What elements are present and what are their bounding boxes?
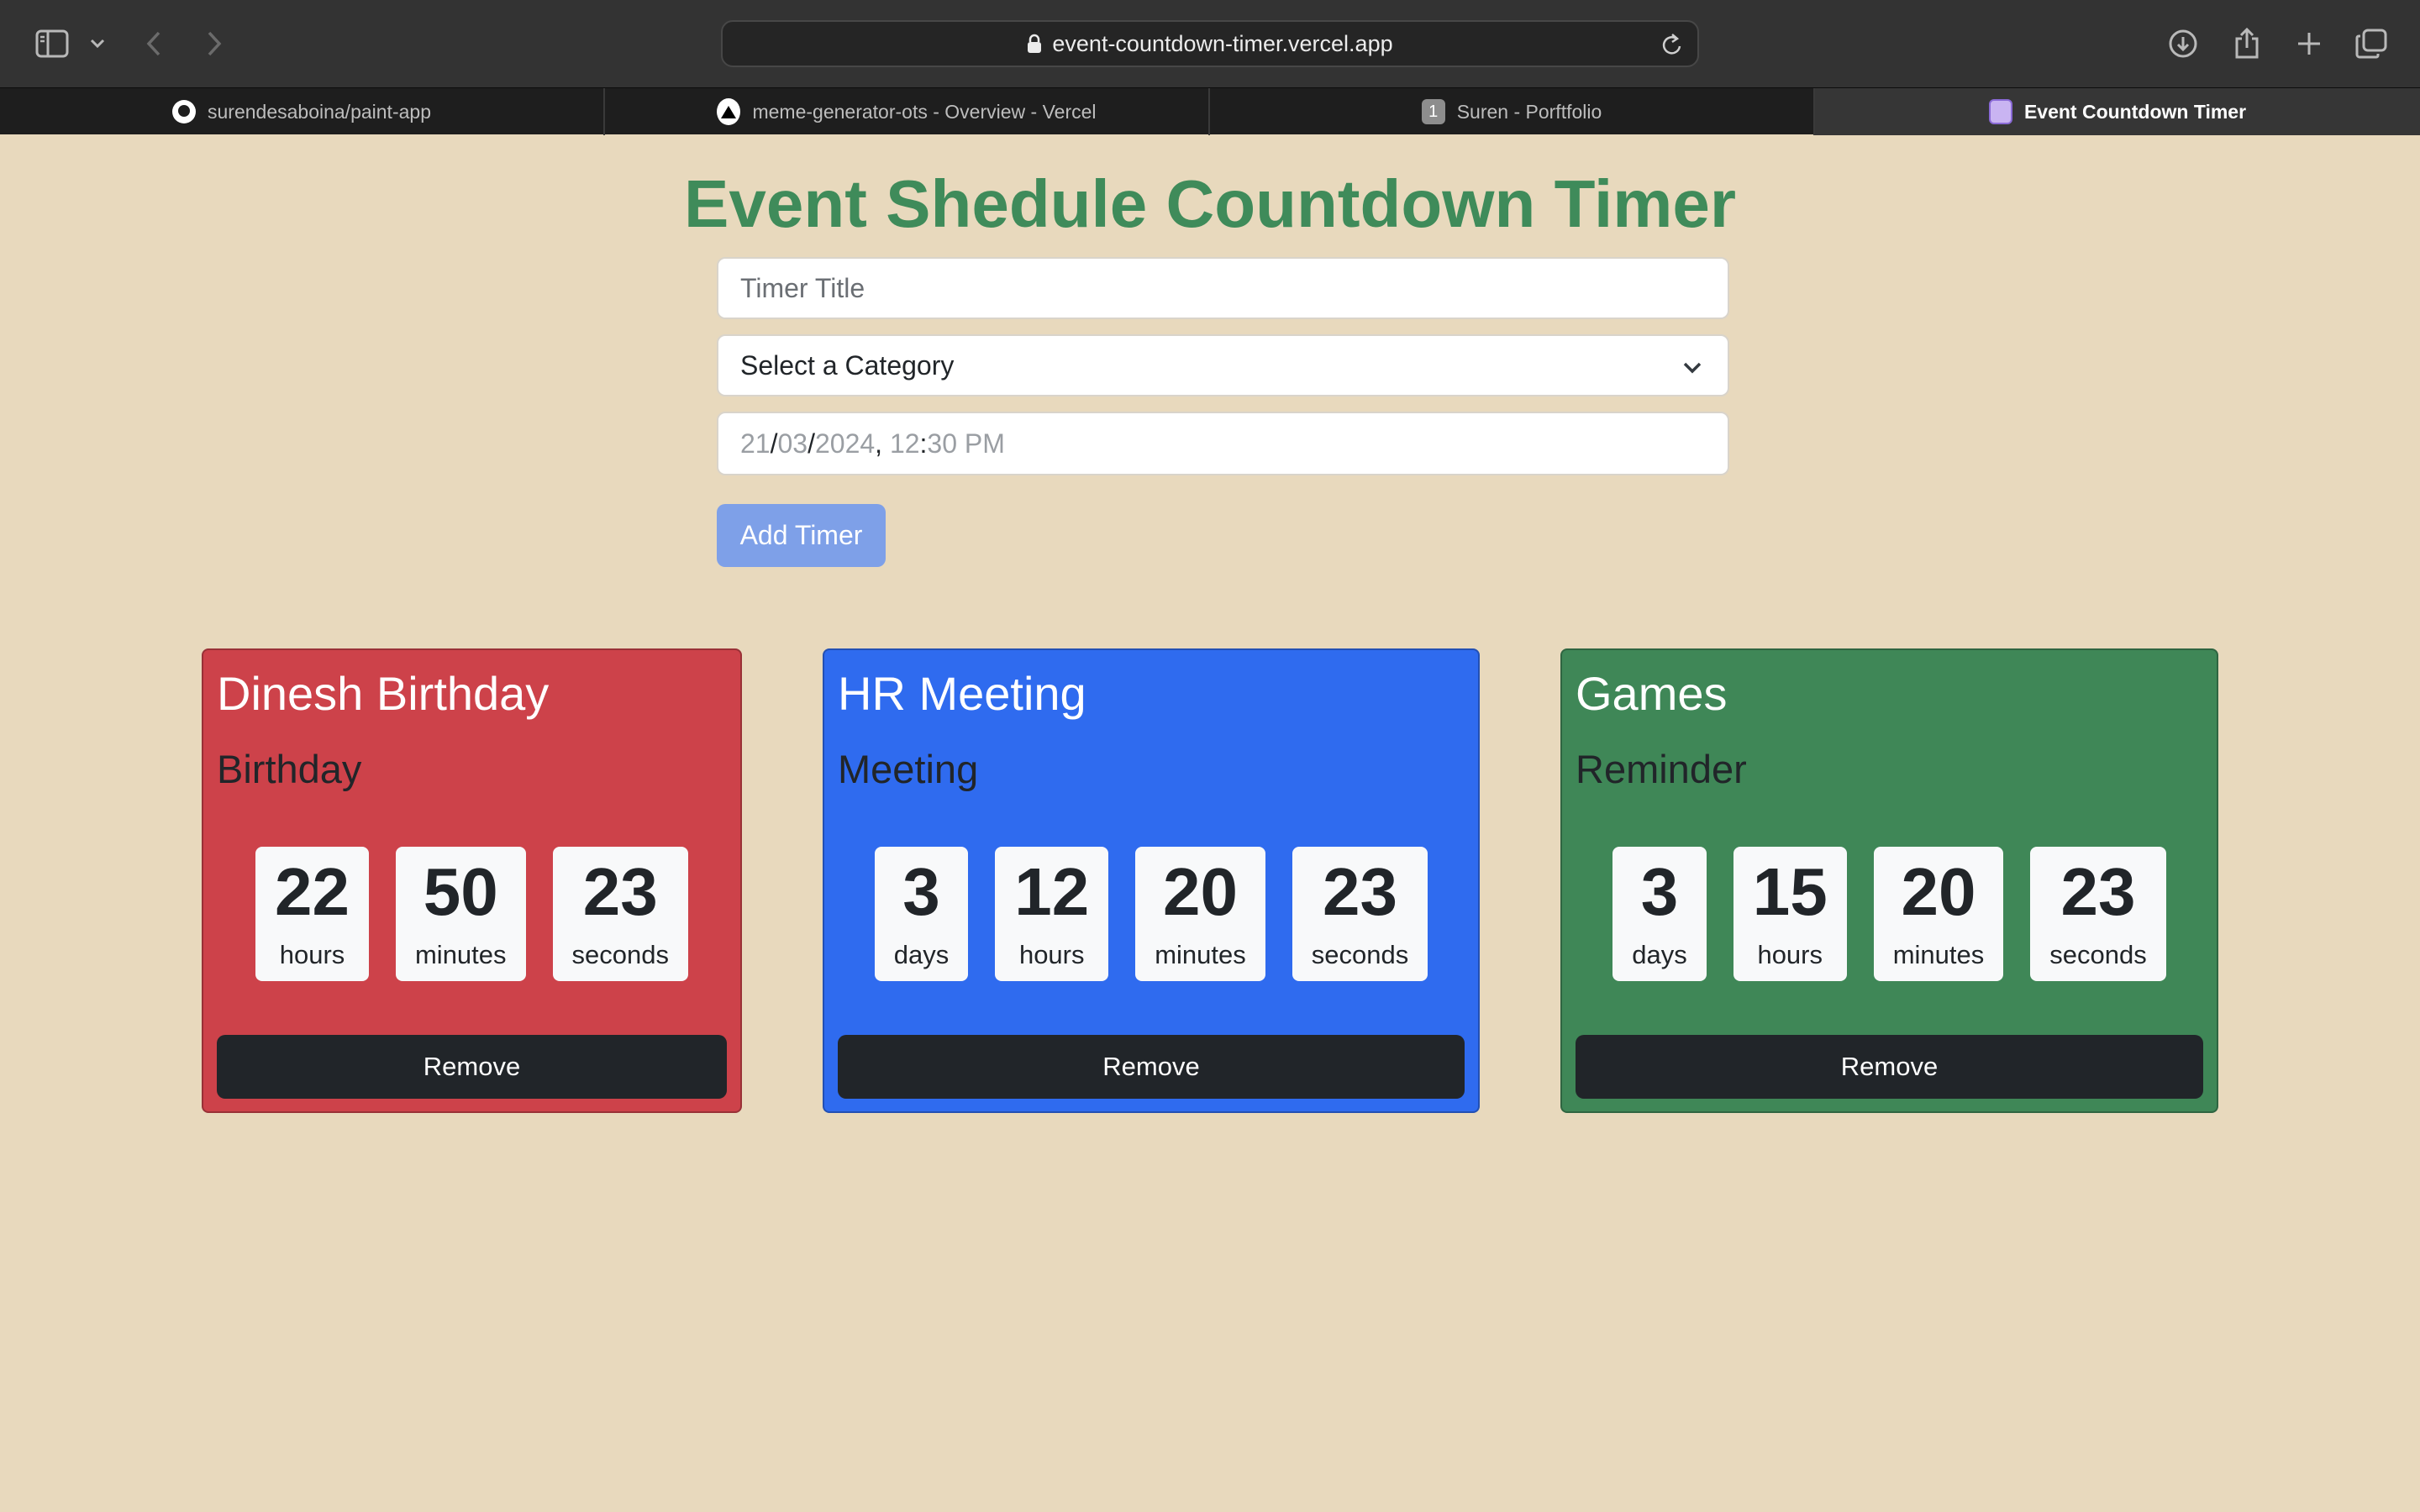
countdown-label: seconds bbox=[571, 940, 669, 969]
countdown-hours: 12 hours bbox=[995, 847, 1109, 981]
countdown-seconds: 23 seconds bbox=[552, 847, 688, 981]
reload-icon[interactable] bbox=[1660, 32, 1684, 63]
remove-button[interactable]: Remove bbox=[217, 1035, 727, 1099]
chevron-down-icon[interactable] bbox=[87, 24, 108, 64]
countdown-units: 3 days 12 hours 20 minutes 23 seconds bbox=[824, 847, 1478, 981]
date-month[interactable]: 03 bbox=[777, 428, 808, 459]
github-icon bbox=[172, 100, 196, 123]
timer-title: Games bbox=[1576, 667, 1728, 720]
forward-icon[interactable] bbox=[202, 24, 227, 64]
countdown-label: hours bbox=[1018, 940, 1085, 969]
time-hour[interactable]: 12 bbox=[890, 428, 920, 459]
timer-card-games: Games Reminder 3 days 15 hours 20 minute… bbox=[1560, 648, 2218, 1113]
timer-category: Birthday bbox=[217, 747, 362, 791]
remove-button[interactable]: Remove bbox=[838, 1035, 1465, 1099]
countdown-days: 3 days bbox=[874, 847, 969, 981]
tab-label: meme-generator-ots - Overview - Vercel bbox=[752, 100, 1097, 123]
timer-category: Reminder bbox=[1576, 747, 1747, 791]
countdown-label: minutes bbox=[414, 940, 507, 969]
sidebar-toggle-icon[interactable] bbox=[32, 24, 72, 64]
timer-title: Dinesh Birthday bbox=[217, 667, 550, 720]
countdown-label: minutes bbox=[1155, 940, 1246, 969]
remove-button[interactable]: Remove bbox=[1576, 1035, 2203, 1099]
date-day[interactable]: 21 bbox=[740, 428, 771, 459]
tab-label: Event Countdown Timer bbox=[2023, 100, 2247, 123]
countdown-label: seconds bbox=[2049, 940, 2147, 969]
countdown-value: 22 bbox=[275, 854, 350, 929]
timer-title: HR Meeting bbox=[838, 667, 1086, 720]
countdown-value: 20 bbox=[1901, 854, 1976, 929]
countdown-hours: 15 hours bbox=[1733, 847, 1847, 981]
countdown-label: hours bbox=[1757, 940, 1823, 969]
timer-card-dinesh-birthday: Dinesh Birthday Birthday 22 hours 50 min… bbox=[202, 648, 742, 1113]
countdown-seconds: 23 seconds bbox=[1292, 847, 1428, 981]
countdown-value: 23 bbox=[582, 854, 658, 929]
date-time-input[interactable]: 21/03/2024, 12:30 PM bbox=[717, 412, 1729, 475]
chevron-down-icon bbox=[1681, 354, 1704, 386]
new-tab-icon[interactable] bbox=[2292, 24, 2326, 64]
date-year[interactable]: 2024 bbox=[815, 428, 875, 459]
share-icon[interactable] bbox=[2230, 24, 2264, 64]
url-text: event-countdown-timer.vercel.app bbox=[1052, 30, 1393, 56]
add-timer-button[interactable]: Add Timer bbox=[717, 504, 886, 567]
address-bar[interactable]: event-countdown-timer.vercel.app bbox=[721, 20, 1699, 67]
timer-category: Meeting bbox=[838, 747, 979, 791]
countdown-value: 3 bbox=[1640, 854, 1679, 929]
countdown-minutes: 20 minutes bbox=[1873, 847, 2004, 981]
countdown-value: 3 bbox=[902, 854, 940, 929]
countdown-units: 3 days 15 hours 20 minutes 23 seconds bbox=[1562, 847, 2217, 981]
countdown-value: 12 bbox=[1014, 854, 1090, 929]
countdown-label: days bbox=[1632, 940, 1687, 969]
countdown-value: 50 bbox=[423, 854, 498, 929]
countdown-days: 3 days bbox=[1612, 847, 1707, 981]
back-icon[interactable] bbox=[141, 24, 166, 64]
download-icon[interactable] bbox=[2166, 24, 2200, 64]
lock-icon bbox=[1027, 34, 1042, 54]
vercel-icon bbox=[717, 98, 741, 125]
tab-event-countdown-timer[interactable]: Event Countdown Timer bbox=[1815, 88, 2420, 135]
timer-title-input[interactable]: Timer Title bbox=[717, 257, 1729, 319]
time-ampm[interactable]: PM bbox=[965, 428, 1005, 459]
page-title: Event Shedule Countdown Timer bbox=[684, 166, 1736, 241]
countdown-label: seconds bbox=[1311, 940, 1409, 969]
number-1-icon: 1 bbox=[1421, 99, 1445, 124]
tab-label: Suren - Porftfolio bbox=[1456, 100, 1602, 123]
time-minute[interactable]: 30 bbox=[927, 428, 957, 459]
timer-card-hr-meeting: HR Meeting Meeting 3 days 12 hours 20 mi… bbox=[823, 648, 1480, 1113]
browser-toolbar: event-countdown-timer.vercel.app bbox=[0, 0, 2420, 87]
tab-meme-generator[interactable]: meme-generator-ots - Overview - Vercel bbox=[605, 88, 1210, 135]
countdown-minutes: 50 minutes bbox=[395, 847, 526, 981]
tab-overview-icon[interactable] bbox=[2354, 24, 2388, 64]
countdown-label: minutes bbox=[1892, 940, 1985, 969]
tab-strip: surendesaboina/paint-app meme-generator-… bbox=[0, 87, 2420, 135]
timer-favicon-icon bbox=[1988, 99, 2012, 124]
tab-paint-app[interactable]: surendesaboina/paint-app bbox=[0, 88, 605, 135]
countdown-label: days bbox=[893, 940, 950, 969]
countdown-units: 22 hours 50 minutes 23 seconds bbox=[203, 847, 740, 981]
countdown-value: 23 bbox=[2060, 854, 2136, 929]
countdown-value: 20 bbox=[1163, 854, 1238, 929]
countdown-hours: 22 hours bbox=[255, 847, 369, 981]
tab-label: surendesaboina/paint-app bbox=[208, 100, 431, 123]
countdown-label: hours bbox=[279, 940, 345, 969]
tab-portfolio[interactable]: 1 Suren - Porftfolio bbox=[1210, 88, 1815, 135]
category-select[interactable]: Select a Category bbox=[717, 334, 1729, 396]
category-select-value: Select a Category bbox=[740, 349, 955, 381]
countdown-value: 23 bbox=[1323, 854, 1397, 929]
countdown-value: 15 bbox=[1752, 854, 1828, 929]
countdown-seconds: 23 seconds bbox=[2030, 847, 2166, 981]
countdown-minutes: 20 minutes bbox=[1135, 847, 1265, 981]
